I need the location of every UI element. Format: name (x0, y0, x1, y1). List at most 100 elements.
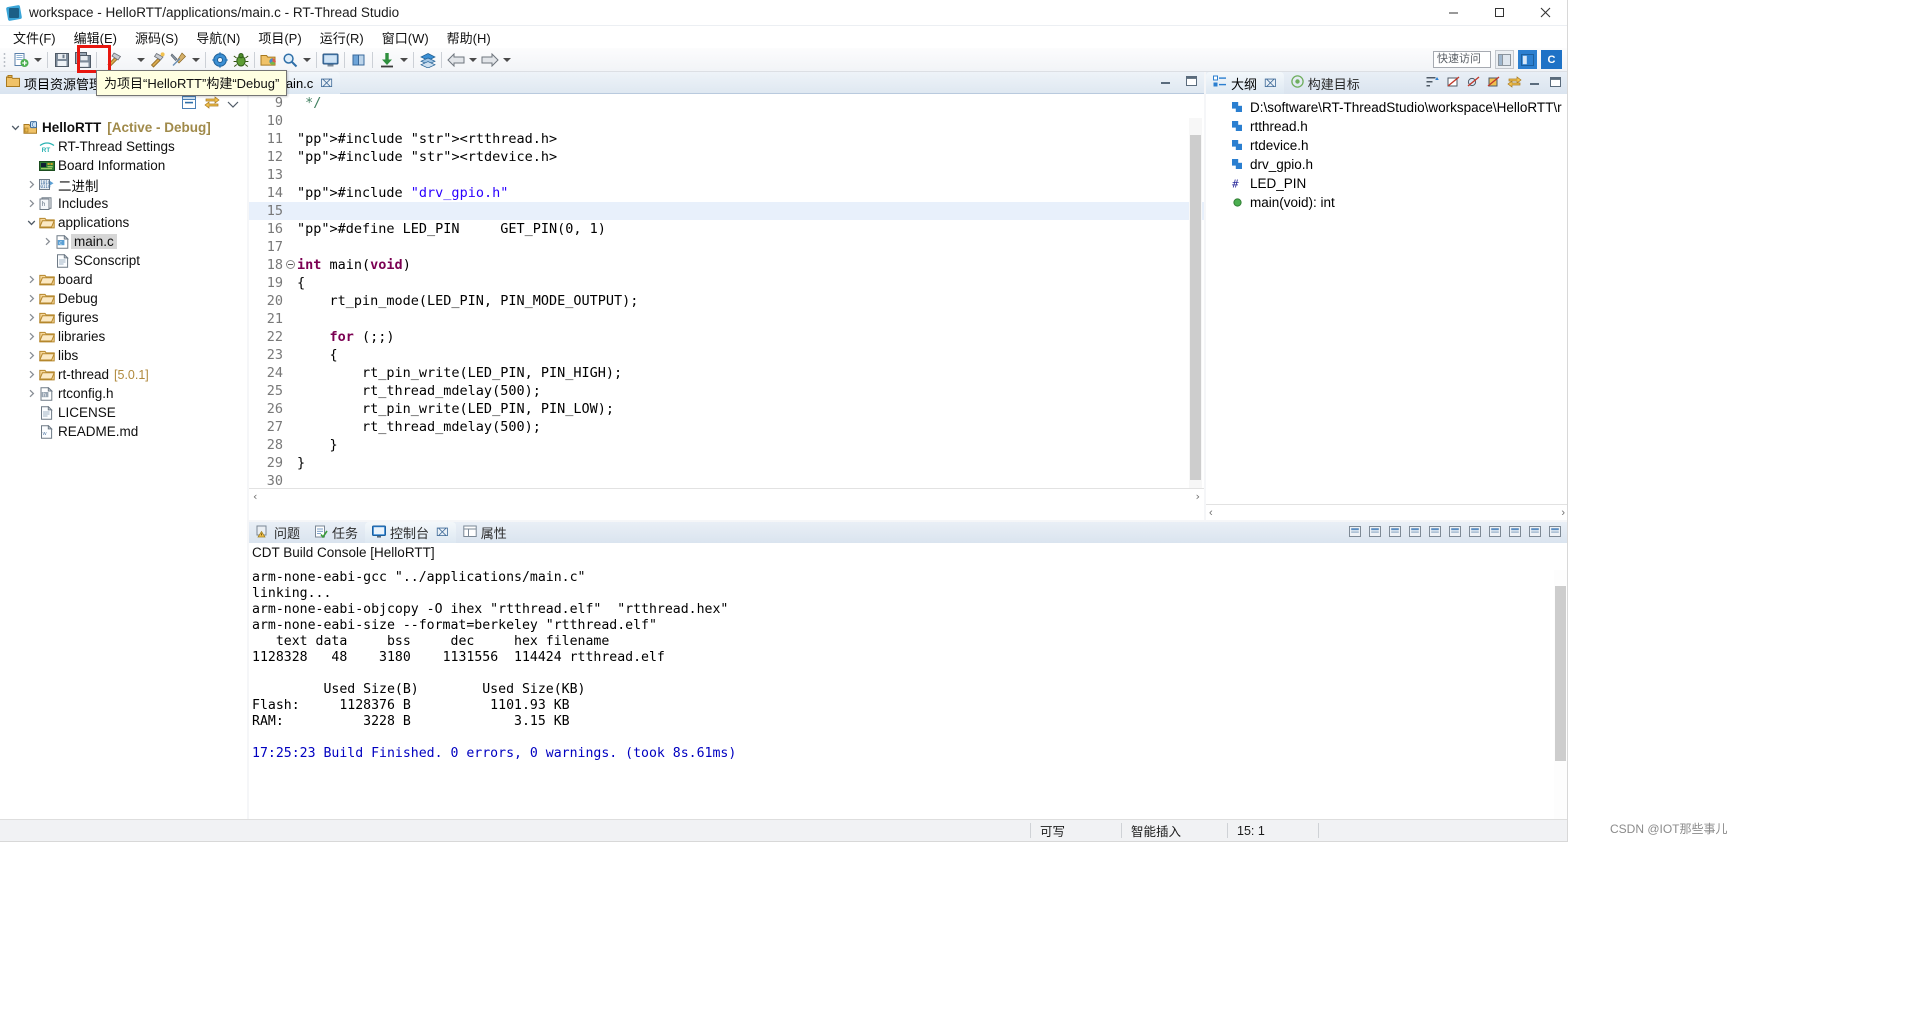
console-scroll-thumb[interactable] (1555, 586, 1566, 761)
outline-minimize-icon[interactable] (1529, 76, 1542, 91)
menu-window[interactable]: 窗口(W) (373, 26, 438, 49)
save-icon[interactable] (51, 49, 72, 70)
tree-item-applications[interactable]: applications (0, 213, 247, 232)
tree-twisty-down-icon[interactable] (24, 218, 38, 227)
new-file-icon[interactable] (10, 49, 31, 70)
open-console-icon[interactable] (1448, 525, 1462, 541)
collapse-all-icon[interactable] (182, 96, 197, 113)
download-flash-icon[interactable] (376, 49, 397, 70)
tree-twisty-right-icon[interactable] (24, 199, 38, 208)
tree-item-readme-md[interactable]: w README.md (0, 422, 247, 441)
word-wrap-icon[interactable] (1468, 525, 1482, 541)
editor-tab-close-icon[interactable]: ⌧ (320, 77, 333, 90)
maximize-button[interactable] (1476, 0, 1522, 26)
tree-twisty-right-icon[interactable] (40, 237, 54, 246)
minimize-view-icon[interactable] (1160, 75, 1173, 90)
menu-edit[interactable]: 编辑(E) (65, 26, 126, 49)
link-with-editor-icon[interactable] (204, 96, 220, 113)
pin-console-icon[interactable] (1408, 525, 1422, 541)
outline-item[interactable]: drv_gpio.h (1206, 155, 1567, 174)
menu-project[interactable]: 项目(P) (249, 26, 310, 49)
outline-item[interactable]: D:\software\RT-ThreadStudio\workspace\He… (1206, 98, 1567, 117)
menu-file[interactable]: 文件(F) (4, 26, 65, 49)
tree-twisty-right-icon[interactable] (24, 351, 38, 360)
menu-source[interactable]: 源码(S) (126, 26, 187, 49)
editor-vertical-scrollbar[interactable] (1189, 118, 1202, 504)
search-dropdown-icon[interactable] (300, 49, 313, 70)
console-tab-2[interactable]: 控制台 ⌧ (365, 522, 456, 543)
tab-build-targets[interactable]: 构建目标 (1284, 72, 1367, 94)
save-all-icon[interactable] (72, 49, 93, 70)
debug-bug-icon[interactable] (230, 49, 251, 70)
tree-item-sconscript[interactable]: SConscript (0, 251, 247, 270)
new-file-dropdown-icon[interactable] (31, 49, 44, 70)
editor-scroll-thumb[interactable] (1190, 135, 1201, 480)
tree-twisty-right-icon[interactable] (24, 313, 38, 322)
back-dropdown-icon[interactable] (466, 49, 479, 70)
outline-maximize-icon[interactable] (1549, 76, 1562, 91)
open-folder-icon[interactable] (258, 49, 279, 70)
open-perspective-icon[interactable] (320, 49, 341, 70)
outline-item[interactable]: rtdevice.h (1206, 136, 1567, 155)
forward-dropdown-icon[interactable] (500, 49, 513, 70)
console-maximize-icon[interactable] (1548, 525, 1562, 541)
tree-twisty-right-icon[interactable] (24, 180, 38, 189)
build-all-icon[interactable] (147, 49, 168, 70)
console-menu-icon[interactable] (1508, 525, 1522, 541)
tree-item-debug[interactable]: Debug (0, 289, 247, 308)
scroll-left-icon[interactable]: ‹ (252, 490, 259, 503)
c-perspective-button[interactable]: C (1541, 50, 1562, 69)
build-dropdown-icon[interactable] (134, 49, 147, 70)
outline-item[interactable]: rtthread.h (1206, 117, 1567, 136)
outline-horizontal-scrollbar[interactable]: ‹ › (1206, 504, 1567, 520)
close-button[interactable] (1522, 0, 1567, 26)
build-hammer-icon[interactable] (104, 49, 125, 70)
toolbar-grip[interactable] (2, 50, 8, 69)
menu-help[interactable]: 帮助(H) (438, 26, 500, 49)
menu-navigate[interactable]: 导航(N) (187, 26, 249, 49)
layers-icon[interactable] (417, 49, 438, 70)
outline-scroll-left-icon[interactable]: ‹ (1209, 507, 1213, 519)
back-arrow-icon[interactable] (445, 49, 466, 70)
tree-twisty-right-icon[interactable] (24, 389, 38, 398)
new-console-view-icon[interactable] (1488, 525, 1502, 541)
tree-item-includes[interactable]: h Includes (0, 194, 247, 213)
editor-horizontal-scrollbar[interactable]: ‹ › (249, 488, 1204, 504)
tree-twisty-right-icon[interactable] (24, 294, 38, 303)
tree-twisty-right-icon[interactable] (24, 275, 38, 284)
console-tab-0[interactable]: 问题 (249, 522, 307, 543)
tab-outline[interactable]: 大纲 ⌧ (1206, 72, 1284, 94)
tree-item-license[interactable]: LICENSE (0, 403, 247, 422)
flash-dropdown-icon[interactable] (397, 49, 410, 70)
tree-item-board-information[interactable]: Board Information (0, 156, 247, 175)
quick-access-input[interactable]: 快速访问 (1433, 51, 1491, 68)
tree-item-libs[interactable]: libs (0, 346, 247, 365)
console-tab-3[interactable]: 属性 (456, 522, 514, 543)
hide-static-icon[interactable] (1467, 75, 1480, 91)
code-editor[interactable]: 9 */10 11 "pp">#include "str"><rtthread.h>… (249, 94, 1204, 504)
search-icon[interactable] (279, 49, 300, 70)
view-menu-icon[interactable] (227, 97, 239, 112)
tree-item-[interactable]: 1010 0110 二进制 (0, 175, 247, 194)
scroll-right-icon[interactable]: › (1194, 490, 1201, 503)
terminate-icon[interactable] (1348, 525, 1362, 541)
forward-arrow-icon[interactable] (479, 49, 500, 70)
tree-item-rt-thread-settings[interactable]: RT RT-Thread Settings (0, 137, 247, 156)
perspective-icon-button[interactable] (1518, 50, 1537, 69)
console-tab-close-icon[interactable]: ⌧ (436, 526, 449, 539)
outline-scroll-right-icon[interactable]: › (1561, 507, 1565, 519)
tree-item-rtconfig-h[interactable]: h rtconfig.h (0, 384, 247, 403)
fold-collapse-icon[interactable] (285, 259, 295, 272)
outline-item[interactable]: # LED_PIN (1206, 174, 1567, 193)
hide-nonpublic-icon[interactable] (1487, 75, 1500, 91)
tree-item-libraries[interactable]: libraries (0, 327, 247, 346)
build-config-dropdown-icon[interactable] (189, 49, 202, 70)
clear-console-icon[interactable] (1388, 525, 1402, 541)
outline-item[interactable]: main(void) : int (1206, 193, 1567, 212)
menu-run[interactable]: 运行(R) (311, 26, 373, 49)
book-help-icon[interactable] (348, 49, 369, 70)
maximize-view-icon[interactable] (1185, 75, 1198, 90)
open-perspective-button[interactable] (1495, 50, 1514, 69)
display-selected-console-icon[interactable] (1428, 525, 1442, 541)
console-vertical-scrollbar[interactable] (1554, 570, 1567, 822)
